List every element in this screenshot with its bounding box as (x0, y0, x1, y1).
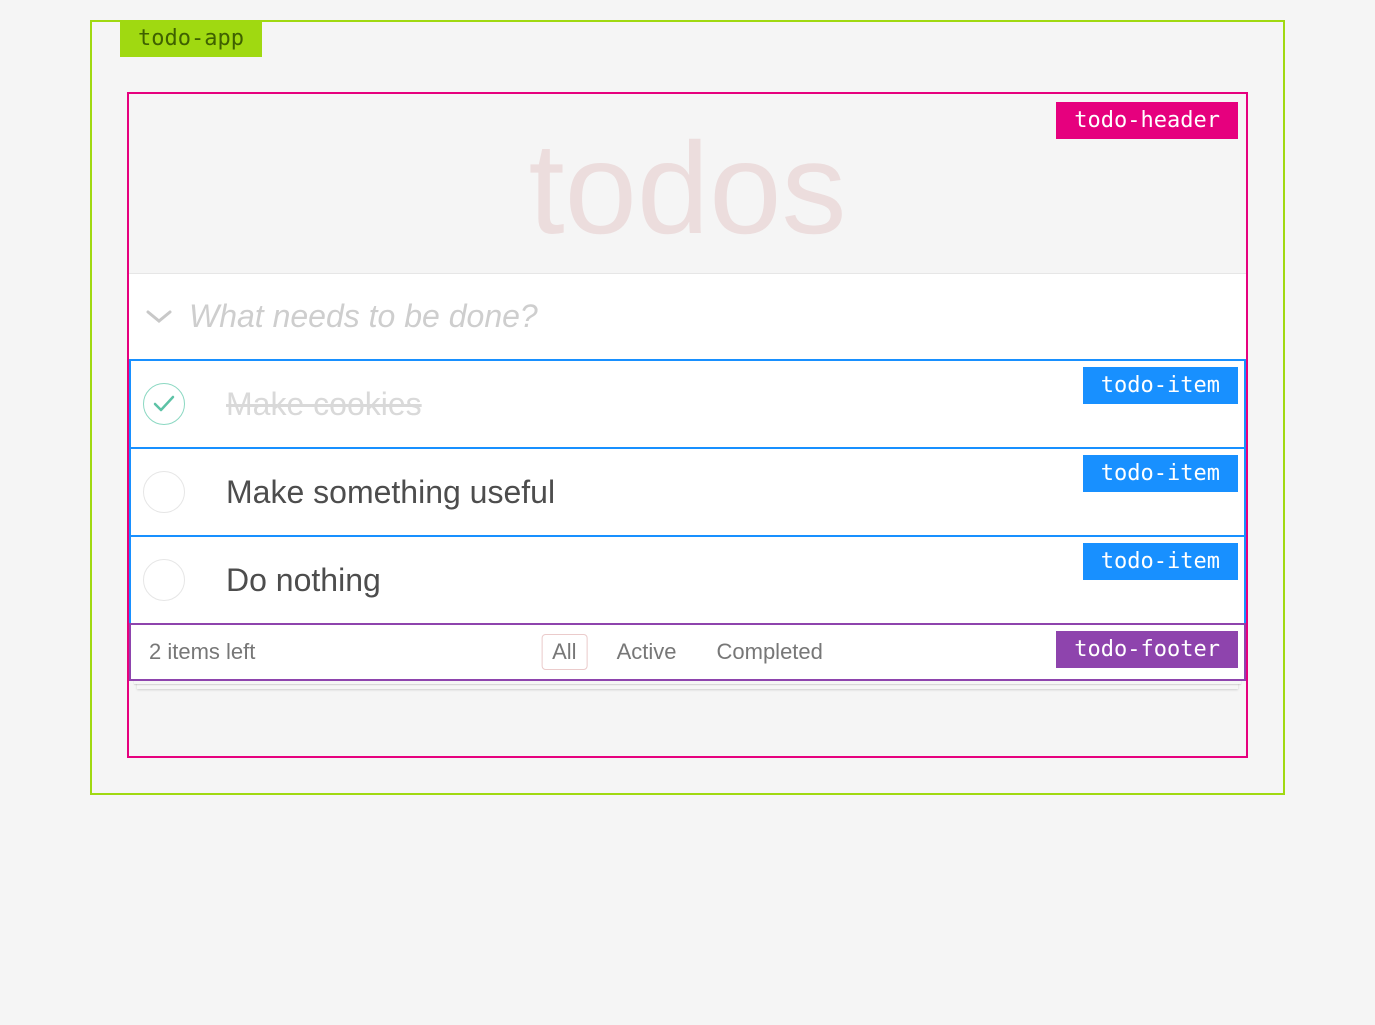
new-todo-input[interactable] (189, 292, 1228, 341)
todo-item: todo-item Do nothing (129, 535, 1246, 625)
todo-item-label[interactable]: Make something useful (191, 474, 555, 511)
annotation-label-item: todo-item (1083, 543, 1238, 580)
toggle-all-button[interactable] (144, 302, 174, 332)
toggle-checkbox[interactable] (143, 383, 185, 425)
todo-item-label[interactable]: Make cookies (191, 386, 422, 423)
annotation-label-item: todo-item (1083, 367, 1238, 404)
todo-item-label[interactable]: Do nothing (191, 562, 381, 599)
todo-header-annotation-box: todo-header todos todo-item (127, 92, 1248, 758)
annotation-label-header: todo-header (1056, 102, 1238, 139)
todo-item: todo-item Make something useful (129, 447, 1246, 537)
checkbox-checked-icon (143, 383, 185, 425)
todo-list: todo-item Make cookies todo-item Make so… (129, 359, 1246, 625)
annotation-label-footer: todo-footer (1056, 631, 1238, 668)
checkbox-unchecked-icon (143, 471, 185, 513)
filter-completed-button[interactable]: Completed (705, 634, 833, 670)
chevron-down-icon (146, 309, 172, 325)
todo-item: todo-item Make cookies (129, 359, 1246, 449)
filter-list: All Active Completed (541, 634, 834, 670)
toggle-checkbox[interactable] (143, 471, 185, 513)
new-todo-row (129, 273, 1246, 359)
filter-all-button[interactable]: All (541, 634, 587, 670)
checkbox-unchecked-icon (143, 559, 185, 601)
todo-footer: todo-footer 2 items left All Active Comp… (129, 623, 1246, 681)
filter-active-button[interactable]: Active (606, 634, 688, 670)
toggle-checkbox[interactable] (143, 559, 185, 601)
annotation-label-app: todo-app (120, 20, 262, 57)
annotation-label-item: todo-item (1083, 455, 1238, 492)
todo-app-annotation-box: todo-app todo-header todos todo-item (90, 20, 1285, 795)
items-left-count: 2 items left (149, 639, 255, 665)
todo-app: todos todo-item Make cookies (129, 94, 1246, 681)
